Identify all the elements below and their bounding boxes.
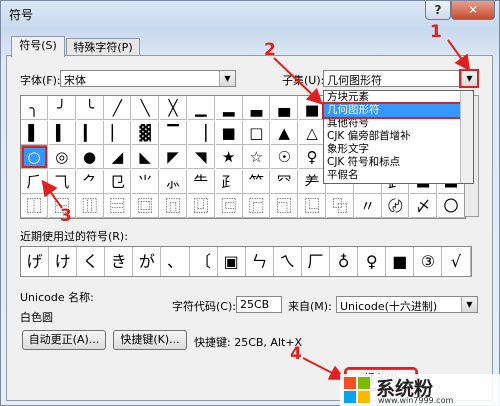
annotation-1: 1 (430, 22, 442, 42)
annotation-4: 4 (290, 344, 302, 364)
windows-logo-icon (344, 377, 370, 403)
tab-symbols[interactable]: 符号(S) (11, 36, 65, 57)
annotation-arrow-2 (273, 57, 323, 105)
annotation-arrow-1 (447, 39, 471, 72)
annotation-2: 2 (264, 40, 276, 60)
watermark-url: www.win7999.com (378, 396, 454, 405)
annotation-overlay (41, 39, 471, 380)
annotation-arrow-3 (41, 179, 63, 209)
annotation-3: 3 (60, 206, 72, 226)
watermark: 系统粉 www.win7999.com (340, 374, 500, 406)
annotation-arrow-4 (302, 357, 346, 380)
